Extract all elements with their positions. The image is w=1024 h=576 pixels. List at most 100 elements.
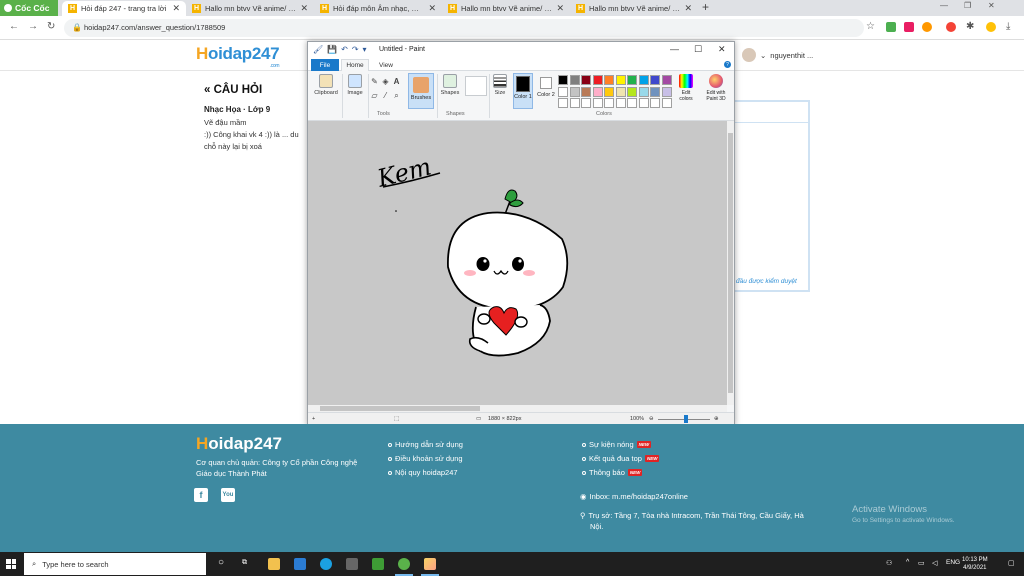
volume-icon[interactable]: ◁: [932, 559, 937, 567]
palette-swatch[interactable]: [558, 98, 568, 108]
edge-icon[interactable]: [320, 558, 332, 570]
paint-maximize-icon[interactable]: ☐: [694, 44, 702, 55]
forward-arrow-icon[interactable]: →: [28, 21, 38, 32]
browser-tab-1[interactable]: H Hỏi đáp 247 - trang tra lời ✕: [62, 1, 186, 16]
coccoc-taskbar-icon[interactable]: [398, 558, 410, 570]
reload-icon[interactable]: ↻: [47, 21, 55, 32]
paint-canvas-area[interactable]: Kem: [308, 121, 727, 405]
browser-tab-3[interactable]: H Hỏi đáp môn Âm nhạc, Mỹ th... ✕: [314, 1, 442, 16]
help-icon[interactable]: ?: [724, 61, 731, 68]
customize-dropdown-icon[interactable]: ▾: [363, 45, 367, 54]
tray-chevron-icon[interactable]: ^: [906, 559, 909, 566]
palette-swatch[interactable]: [592, 86, 603, 97]
paint-canvas[interactable]: Kem: [308, 121, 727, 405]
tab-close-icon[interactable]: ✕: [556, 3, 564, 14]
palette-swatch[interactable]: [638, 75, 649, 85]
footer-link-terms[interactable]: Điều khoản sử dụng: [388, 454, 463, 463]
browser-brand-button[interactable]: Cốc Cốc: [0, 0, 58, 16]
start-button[interactable]: [0, 552, 22, 576]
paint-home-tab[interactable]: Home: [341, 59, 369, 71]
palette-swatch[interactable]: [558, 75, 568, 85]
canvas-horizontal-scrollbar[interactable]: [308, 405, 727, 412]
paint-close-icon[interactable]: ✕: [718, 44, 726, 55]
palette-swatch[interactable]: [615, 75, 626, 85]
language-indicator[interactable]: ENG: [946, 559, 960, 566]
palette-swatch[interactable]: [650, 75, 660, 85]
extension-icon[interactable]: [922, 22, 932, 32]
bookmark-star-icon[interactable]: ☆: [866, 21, 875, 32]
footer-link-guide[interactable]: Hướng dẫn sử dụng: [388, 440, 463, 449]
palette-swatch[interactable]: [661, 98, 672, 108]
palette-swatch[interactable]: [592, 98, 603, 108]
paint-file-tab[interactable]: File: [311, 59, 339, 71]
zoom-slider-knob[interactable]: [684, 415, 688, 423]
people-icon[interactable]: ⚇: [886, 559, 892, 567]
extension-icon[interactable]: [946, 22, 956, 32]
tab-close-icon[interactable]: ✕: [172, 3, 180, 14]
palette-swatch[interactable]: [661, 86, 672, 97]
palette-swatch[interactable]: [569, 86, 580, 97]
tab-close-icon[interactable]: ✕: [428, 3, 436, 14]
palette-swatch[interactable]: [615, 86, 626, 97]
new-tab-button[interactable]: +: [702, 0, 709, 14]
footer-link-hot-events[interactable]: Sự kiện nóng NEW: [582, 440, 652, 449]
scroll-thumb[interactable]: [320, 406, 480, 411]
window-close-icon[interactable]: ✕: [988, 1, 995, 10]
task-view-icon[interactable]: ⧉: [242, 559, 247, 567]
palette-swatch[interactable]: [581, 98, 591, 108]
shape-gallery[interactable]: [465, 76, 487, 96]
size-button[interactable]: Size: [490, 74, 510, 96]
palette-swatch[interactable]: [627, 98, 637, 108]
scroll-thumb[interactable]: [728, 133, 733, 393]
palette-swatch[interactable]: [650, 86, 660, 97]
back-arrow-icon[interactable]: ←: [9, 21, 19, 32]
paint-taskbar-icon[interactable]: [424, 558, 436, 570]
system-clock[interactable]: 10:13 PM 4/9/2021: [962, 556, 988, 572]
extension-icon[interactable]: [904, 22, 914, 32]
footer-link-rules[interactable]: Nội quy hoidap247: [388, 468, 458, 477]
browser-tab-4[interactable]: H Hallo mn btvv Vẽ anime/ chi... ✕: [442, 1, 570, 16]
undo-icon[interactable]: ↶: [341, 45, 348, 54]
magnifier-icon[interactable]: ⌕: [392, 91, 401, 100]
edit-colors-button[interactable]: Edit colors: [675, 74, 697, 110]
tab-close-icon[interactable]: ✕: [684, 3, 692, 14]
text-tool-icon[interactable]: A: [392, 77, 401, 86]
footer-inbox-link[interactable]: ◉ Inbox: m.me/hoidap247online: [580, 492, 688, 501]
url-field[interactable]: 🔒 hoidap247.com/answer_question/1788509: [64, 19, 864, 37]
palette-swatch[interactable]: [581, 75, 591, 85]
zoom-in-icon[interactable]: ⊕: [714, 416, 719, 422]
cortana-icon[interactable]: ○: [218, 557, 224, 568]
palette-swatch[interactable]: [604, 75, 614, 85]
palette-swatch[interactable]: [638, 98, 649, 108]
footer-logo[interactable]: Hoidap247: [196, 434, 282, 454]
spreadsheet-app-icon[interactable]: [372, 558, 384, 570]
palette-swatch[interactable]: [627, 75, 637, 85]
question-subject[interactable]: Nhạc Họa · Lớp 9: [204, 105, 270, 114]
puzzle-icon[interactable]: ✱: [966, 21, 974, 32]
tab-close-icon[interactable]: ✕: [300, 3, 308, 14]
color-picker-icon[interactable]: ⁄: [381, 91, 390, 100]
palette-swatch[interactable]: [604, 98, 614, 108]
canvas-vertical-scrollbar[interactable]: [727, 121, 734, 405]
save-icon[interactable]: 💾: [327, 45, 337, 54]
palette-swatch[interactable]: [650, 98, 660, 108]
browser-tab-5[interactable]: H Hallo mn btvv Vẽ anime/ chi... ✕: [570, 1, 698, 16]
store-icon[interactable]: [346, 558, 358, 570]
palette-swatch[interactable]: [592, 75, 603, 85]
palette-swatch[interactable]: [638, 86, 649, 97]
palette-swatch[interactable]: [627, 86, 637, 97]
shapes-button[interactable]: Shapes: [438, 74, 462, 96]
browser-tab-2[interactable]: H Hallo mn btvv Vẽ anime/ chi... ✕: [186, 1, 314, 16]
eraser-icon[interactable]: ▱: [370, 91, 379, 100]
footer-link-notices[interactable]: Thông báo NEW: [582, 468, 643, 477]
footer-link-top-results[interactable]: Kết quả đua top NEW: [582, 454, 660, 463]
image-button[interactable]: Image: [344, 74, 366, 96]
palette-swatch[interactable]: [569, 75, 580, 85]
pencil-icon[interactable]: ✎: [370, 77, 379, 86]
brushes-button[interactable]: Brushes: [408, 73, 434, 109]
paint-minimize-icon[interactable]: —: [670, 44, 679, 54]
file-explorer-icon[interactable]: [268, 558, 280, 570]
mail-icon[interactable]: [294, 558, 306, 570]
restore-icon[interactable]: ❐: [964, 1, 971, 10]
color1-button[interactable]: Color 1: [513, 73, 533, 109]
